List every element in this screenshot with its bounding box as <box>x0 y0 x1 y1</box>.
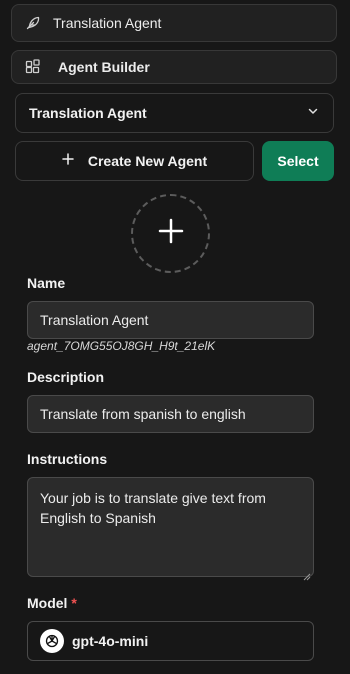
name-label: Name <box>27 275 66 291</box>
avatar-upload-button[interactable] <box>131 194 210 273</box>
description-label: Description <box>27 369 105 385</box>
blocks-icon <box>25 59 41 75</box>
chevron-down-icon <box>307 104 319 122</box>
plus-icon <box>62 152 74 170</box>
select-button[interactable]: Select <box>262 141 334 181</box>
nav-item-label: Translation Agent <box>53 15 162 31</box>
openai-logo-icon <box>40 629 64 653</box>
nav-item-translation-agent[interactable]: Translation Agent <box>11 4 337 42</box>
model-label-text: Model <box>27 595 68 611</box>
description-input[interactable]: Translate from spanish to english <box>27 395 314 433</box>
agent-select-value: Translation Agent <box>29 105 147 121</box>
plus-icon <box>158 218 184 249</box>
agent-id-text: agent_7OMG55OJ8GH_H9t_21elK <box>27 339 216 353</box>
feather-icon <box>25 15 41 31</box>
create-new-agent-label: Create New Agent <box>87 153 208 169</box>
nav-item-agent-builder[interactable]: Agent Builder <box>11 50 337 84</box>
model-value: gpt-4o-mini <box>72 633 149 649</box>
nav-item-label: Agent Builder <box>58 59 150 75</box>
model-select[interactable]: gpt-4o-mini <box>27 621 314 661</box>
resize-handle-icon[interactable] <box>303 566 311 581</box>
model-label: Model * <box>27 595 77 611</box>
instructions-label: Instructions <box>27 451 108 467</box>
agent-select-dropdown[interactable]: Translation Agent <box>15 93 334 133</box>
required-marker: * <box>71 595 77 611</box>
name-input[interactable]: Translation Agent <box>27 301 314 339</box>
instructions-textarea[interactable]: Your job is to translate give text from … <box>27 477 314 581</box>
instructions-text: Your job is to translate give text from … <box>40 490 266 526</box>
create-new-agent-button[interactable]: Create New Agent <box>15 141 254 181</box>
